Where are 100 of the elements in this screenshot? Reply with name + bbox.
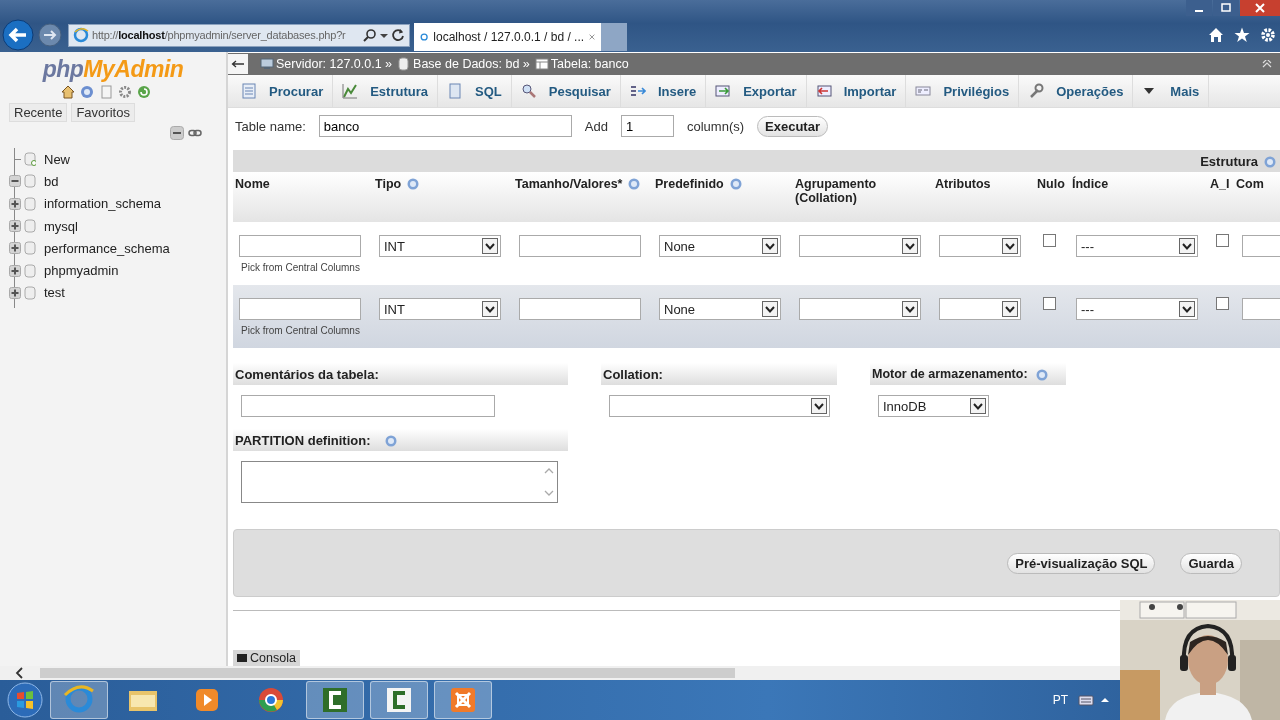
pick-link[interactable]: Pick from Central Columns [239,262,360,273]
select-field[interactable]: InnoDB [878,395,989,417]
checkbox[interactable] [1043,234,1056,247]
table-icon [534,57,549,71]
breadcrumb-link[interactable]: Servidor: 127.0.0.1 » [276,57,393,71]
menu-tab[interactable]: Insere [620,75,707,107]
caret-icon[interactable] [1100,695,1110,705]
partition-field[interactable] [241,461,558,503]
select-field[interactable] [939,298,1021,320]
select-field[interactable] [799,298,921,320]
collapse-icon[interactable] [170,126,184,140]
browser-tab[interactable]: localhost / 127.0.0.1 / bd / ... [414,22,601,51]
help-icon[interactable] [729,178,742,190]
length-field[interactable] [519,298,641,320]
expander-icon[interactable] [9,197,21,210]
tree-item[interactable]: phpmyadmin [44,263,119,279]
comments-field[interactable] [241,395,495,417]
console-tab[interactable]: Consola [233,650,300,666]
menu-tab[interactable]: Importar [806,75,907,107]
select-field[interactable] [799,235,921,257]
tree-item[interactable]: performance_schema [44,240,170,256]
caret-icon [1002,238,1018,254]
tree-item[interactable]: New [44,151,70,167]
expander-icon[interactable] [9,286,21,299]
execute-button[interactable]: Executar [757,115,828,137]
expander-icon[interactable] [9,175,21,188]
tree-item[interactable]: information_schema [44,196,162,212]
reload-icon[interactable] [137,85,151,99]
section-title: Collation: [603,366,663,382]
language-indicator[interactable]: PT [1052,693,1068,707]
tree-item[interactable]: bd [44,173,59,189]
help-icon[interactable] [628,178,641,190]
chart-icon [342,83,359,99]
select-field[interactable] [609,395,830,417]
forward-button[interactable] [38,23,62,47]
column-header: Índice [1072,177,1109,191]
menu-tab[interactable]: Pesquisar [511,75,621,107]
taskbar-app[interactable] [370,681,428,719]
back-button[interactable] [2,19,34,51]
menu-tab[interactable]: Mais [1133,75,1210,107]
select-field[interactable]: None [659,235,781,257]
menu-tab[interactable]: Exportar [706,75,807,107]
column-name-field[interactable] [239,298,361,320]
help-icon[interactable] [384,434,397,447]
select-field[interactable]: --- [1076,235,1198,257]
taskbar-app[interactable] [306,681,364,719]
menu-tab[interactable]: Estrutura [333,75,438,107]
database-icon [24,219,36,234]
select-field[interactable]: INT [379,298,501,320]
sidebar-tab[interactable]: Recente [9,103,68,122]
start-button[interactable] [6,681,44,719]
breadcrumb-link[interactable]: Base de Dados: bd » [413,57,530,71]
home-icon[interactable] [1208,27,1224,43]
table-name-field[interactable]: banco [318,115,572,137]
help-icon[interactable] [80,85,94,99]
expander-icon[interactable] [9,264,21,277]
search-icon[interactable] [363,28,377,42]
taskbar-app[interactable] [434,681,492,719]
settings-icon[interactable] [118,85,132,99]
menu-tab[interactable]: Privilégios [906,75,1020,107]
checkbox[interactable] [1216,234,1229,247]
wrench-icon [1028,83,1045,99]
menu-tab[interactable]: SQL [438,75,512,107]
expander-icon[interactable] [9,220,21,233]
home-icon[interactable] [61,85,75,99]
checkbox[interactable] [1216,297,1229,310]
pick-link[interactable]: Pick from Central Columns [239,325,360,336]
caret-icon [1002,301,1018,317]
select-field[interactable]: INT [379,235,501,257]
checkbox[interactable] [1043,297,1056,310]
select-field[interactable]: --- [1076,298,1198,320]
address-bar[interactable]: http://localhost/phpmyadmin/server_databases.php?r [68,23,410,47]
refresh-icon[interactable] [391,28,405,42]
new-tab-button[interactable] [601,22,627,51]
field-label: column(s) [686,118,745,134]
help-icon[interactable] [407,178,420,190]
column-count-field[interactable]: 1 [620,115,674,137]
help-icon[interactable] [1035,368,1048,381]
action-button[interactable]: Guarda [1180,552,1242,574]
caret-icon [811,398,827,414]
menu-tab[interactable]: Procurar [232,75,334,107]
breadcrumb-link[interactable]: Tabela: banco [550,57,629,71]
tree-item[interactable]: mysql [44,218,78,234]
browser-icon [73,27,89,43]
action-button[interactable]: Pré-visualização SQL [1007,552,1156,574]
sidebar-tab[interactable]: Favoritos [71,103,135,122]
column-name-field[interactable] [239,235,361,257]
caret-icon [902,238,918,254]
menu-tab[interactable]: Operações [1019,75,1134,107]
server-icon [260,57,274,71]
star-icon[interactable] [1234,27,1250,43]
database-icon [24,285,36,300]
length-field[interactable] [519,235,641,257]
scroll-left-icon[interactable] [14,667,24,679]
tree-item[interactable]: test [44,285,65,301]
select-field[interactable]: None [659,298,781,320]
select-field[interactable] [939,235,1021,257]
keyboard-icon[interactable] [1078,694,1094,706]
expander-icon[interactable] [9,242,21,255]
close-button[interactable] [1240,0,1280,16]
